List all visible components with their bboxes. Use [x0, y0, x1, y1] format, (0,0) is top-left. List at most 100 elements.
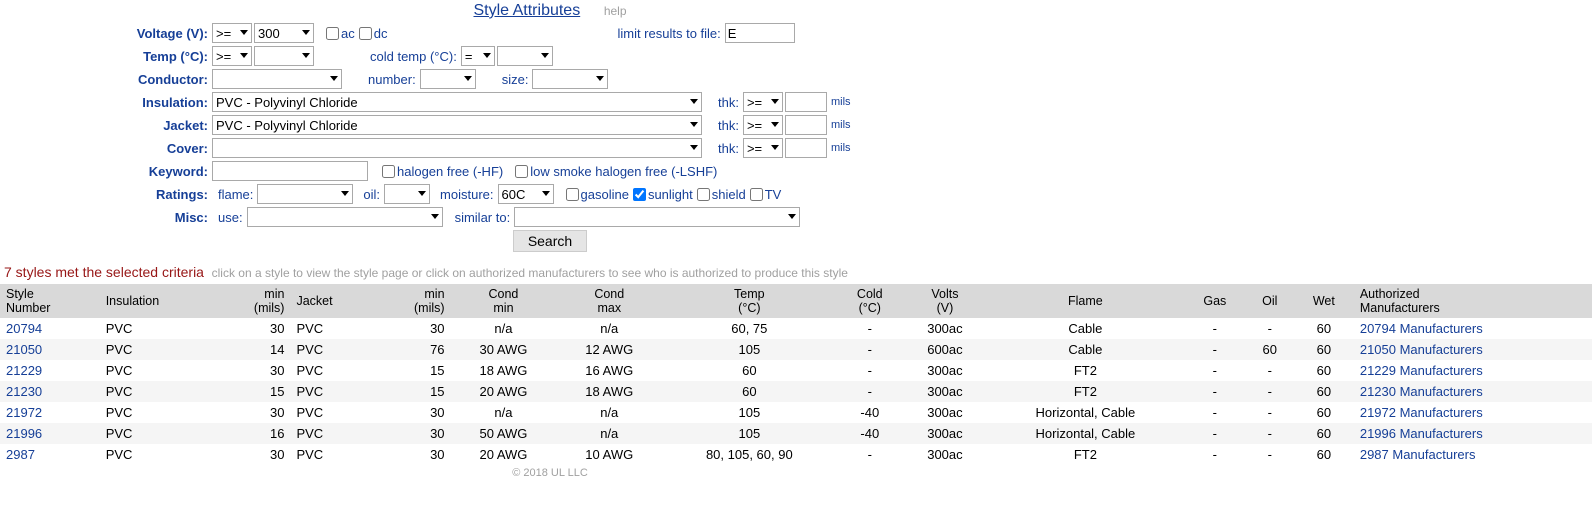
- similar-label: similar to:: [455, 210, 511, 225]
- ac-label: ac: [341, 26, 355, 41]
- manufacturers-link[interactable]: 2987 Manufacturers: [1360, 447, 1476, 462]
- table-cell: n/a: [451, 318, 557, 339]
- table-cell: 21050: [0, 339, 100, 360]
- cover-value[interactable]: [212, 138, 702, 158]
- table-cell: 300ac: [903, 402, 987, 423]
- table-cell: -: [837, 381, 904, 402]
- result-hint: click on a style to view the style page …: [212, 266, 848, 280]
- tv-checkbox[interactable]: [750, 188, 763, 201]
- table-cell: -40: [837, 402, 904, 423]
- table-cell: -: [1184, 402, 1246, 423]
- style-link[interactable]: 21996: [6, 426, 42, 441]
- conductor-size[interactable]: [532, 69, 608, 89]
- cold-temp-op[interactable]: =: [461, 46, 495, 66]
- lshf-checkbox[interactable]: [515, 165, 528, 178]
- manufacturers-link[interactable]: 20794 Manufacturers: [1360, 321, 1483, 336]
- style-link[interactable]: 21230: [6, 384, 42, 399]
- manufacturers-link[interactable]: 21050 Manufacturers: [1360, 342, 1483, 357]
- conductor-number-label: number:: [368, 72, 416, 87]
- jacket-value[interactable]: PVC - Polyvinyl Chloride: [212, 115, 702, 135]
- search-button[interactable]: Search: [513, 230, 587, 252]
- gasoline-label: gasoline: [581, 187, 629, 202]
- table-cell: -: [1184, 339, 1246, 360]
- table-cell: 21996 Manufacturers: [1354, 423, 1592, 444]
- table-row: 21972PVC30PVC30n/an/a105-40300acHorizont…: [0, 402, 1592, 423]
- conductor-value[interactable]: [212, 69, 342, 89]
- insulation-mils: mils: [831, 96, 851, 108]
- manufacturers-link[interactable]: 21230 Manufacturers: [1360, 384, 1483, 399]
- table-cell: 2987: [0, 444, 100, 465]
- insulation-thk-op[interactable]: >=: [743, 92, 783, 112]
- conductor-number[interactable]: [420, 69, 476, 89]
- voltage-value[interactable]: 300: [254, 23, 314, 43]
- table-cell: 76: [375, 339, 450, 360]
- table-cell: 21229 Manufacturers: [1354, 360, 1592, 381]
- table-cell: 30: [215, 318, 290, 339]
- table-cell: -: [1184, 318, 1246, 339]
- table-cell: 2987 Manufacturers: [1354, 444, 1592, 465]
- style-link[interactable]: 21050: [6, 342, 42, 357]
- manufacturers-link[interactable]: 21996 Manufacturers: [1360, 426, 1483, 441]
- table-cell: 60: [1294, 444, 1354, 465]
- style-link[interactable]: 20794: [6, 321, 42, 336]
- table-cell: FT2: [987, 360, 1184, 381]
- column-header: Cold(°C): [837, 284, 904, 318]
- table-cell: 30: [215, 402, 290, 423]
- shield-checkbox[interactable]: [697, 188, 710, 201]
- column-header: Temp(°C): [662, 284, 836, 318]
- table-cell: FT2: [987, 381, 1184, 402]
- style-link[interactable]: 21229: [6, 363, 42, 378]
- gasoline-checkbox[interactable]: [566, 188, 579, 201]
- table-cell: -: [1246, 423, 1294, 444]
- table-cell: PVC: [100, 360, 216, 381]
- insulation-thk-value[interactable]: [785, 92, 827, 112]
- cover-thk-value[interactable]: [785, 138, 827, 158]
- temp-label: Temp (°C):: [0, 49, 212, 64]
- jacket-thk-op[interactable]: >=: [743, 115, 783, 135]
- table-cell: -: [837, 318, 904, 339]
- style-link[interactable]: 2987: [6, 447, 35, 462]
- table-cell: 60: [1294, 402, 1354, 423]
- insulation-value[interactable]: PVC - Polyvinyl Chloride: [212, 92, 702, 112]
- cold-temp-value[interactable]: [497, 46, 553, 66]
- table-row: 21996PVC16PVC3050 AWGn/a105-40300acHoriz…: [0, 423, 1592, 444]
- column-header: Oil: [1246, 284, 1294, 318]
- table-cell: 14: [215, 339, 290, 360]
- style-attributes-link[interactable]: Style Attributes: [473, 2, 580, 19]
- use-value[interactable]: [247, 207, 443, 227]
- flame-value[interactable]: [257, 184, 353, 204]
- table-cell: PVC: [100, 402, 216, 423]
- temp-op[interactable]: >=: [212, 46, 252, 66]
- jacket-thk-value[interactable]: [785, 115, 827, 135]
- sunlight-checkbox[interactable]: [633, 188, 646, 201]
- table-row: 21050PVC14PVC7630 AWG12 AWG105-600acCabl…: [0, 339, 1592, 360]
- column-header: Gas: [1184, 284, 1246, 318]
- table-cell: -: [1246, 402, 1294, 423]
- table-cell: 21230 Manufacturers: [1354, 381, 1592, 402]
- dc-checkbox[interactable]: [359, 27, 372, 40]
- jacket-thk-label: thk:: [718, 118, 739, 133]
- table-cell: PVC: [100, 444, 216, 465]
- limit-file-input[interactable]: [725, 23, 795, 43]
- insulation-label: Insulation:: [0, 95, 212, 110]
- oil-value[interactable]: [384, 184, 430, 204]
- manufacturers-link[interactable]: 21972 Manufacturers: [1360, 405, 1483, 420]
- table-cell: Cable: [987, 318, 1184, 339]
- similar-value[interactable]: [514, 207, 800, 227]
- limit-label: limit results to file:: [617, 26, 720, 41]
- ratings-label: Ratings:: [0, 187, 212, 202]
- manufacturers-link[interactable]: 21229 Manufacturers: [1360, 363, 1483, 378]
- style-link[interactable]: 21972: [6, 405, 42, 420]
- keyword-input[interactable]: [212, 161, 368, 181]
- table-cell: PVC: [100, 423, 216, 444]
- moisture-value[interactable]: 60C: [498, 184, 554, 204]
- temp-value[interactable]: [254, 46, 314, 66]
- voltage-op[interactable]: >=: [212, 23, 252, 43]
- table-cell: -40: [837, 423, 904, 444]
- table-cell: 20 AWG: [451, 381, 557, 402]
- conductor-size-label: size:: [502, 72, 529, 87]
- cover-thk-op[interactable]: >=: [743, 138, 783, 158]
- ac-checkbox[interactable]: [326, 27, 339, 40]
- help-link[interactable]: help: [604, 4, 627, 18]
- hf-checkbox[interactable]: [382, 165, 395, 178]
